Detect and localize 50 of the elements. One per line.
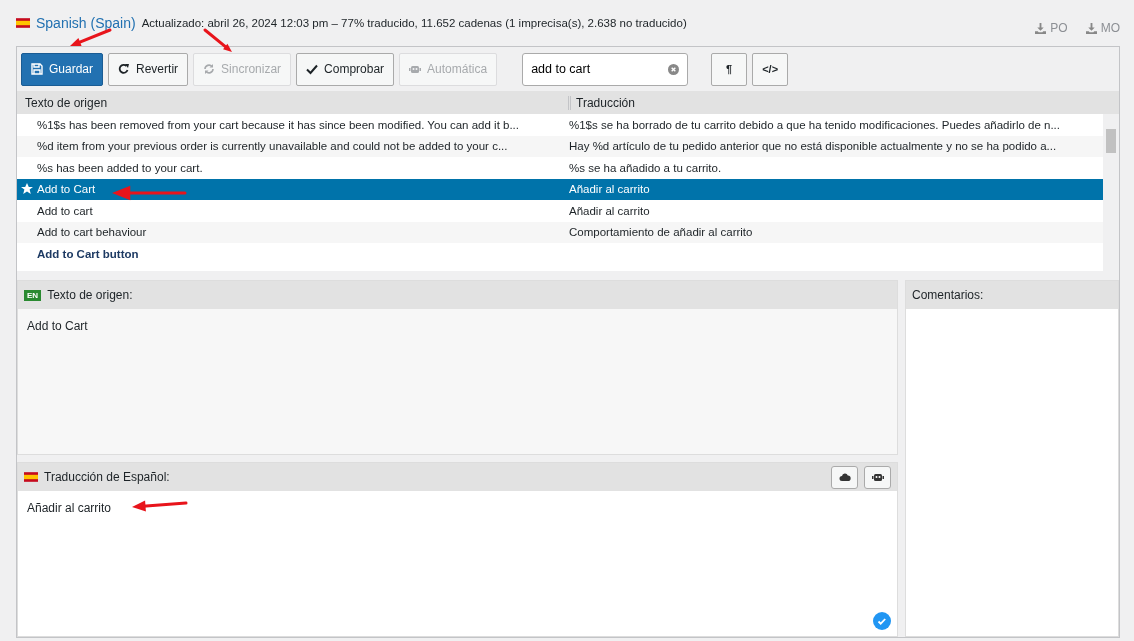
search-field[interactable]: add to cart (522, 52, 689, 86)
download-icon (1035, 22, 1047, 34)
cloud-button[interactable] (831, 465, 858, 489)
translation-cell: Hay %d artículo de tu pedido anterior que no está disponible actualmente y no se ha podido a... (569, 140, 1057, 153)
source-cell: Add to cart (37, 204, 93, 217)
source-cell: %d item from your previous order is currently unavailable and could not be added to your c... (37, 140, 508, 153)
robot-button[interactable] (864, 465, 891, 489)
panel-title: Traducción de Español: (44, 470, 170, 484)
toolbar-button[interactable]: ¶ (711, 52, 748, 86)
source-cell: %s has been added to your cart. (37, 161, 203, 174)
source-cell: %1$s has been removed from your cart because it has since been modified. You can add it b... (37, 118, 519, 131)
source-text: Add to Cart (27, 319, 88, 333)
language-badge: EN (24, 289, 42, 301)
spain-flag-icon (16, 18, 30, 28)
translation-cell: %1$s se ha borrado de tu carrito debido a que ha tenido modificaciones. Puedes añadirlo de n... (569, 118, 1060, 131)
source-cell: Add to Cart button (37, 247, 139, 260)
translation-text[interactable]: Añadir al carrito (27, 501, 112, 515)
sync-icon (203, 63, 216, 75)
download-icon (1085, 22, 1097, 34)
table-row[interactable]: Add to cart behaviour Comportamiento de añadir al carrito (17, 221, 1103, 243)
column-header[interactable]: Traducción (568, 95, 1119, 110)
robot-icon (871, 471, 884, 483)
translation-cell: Añadir al carrito (569, 204, 650, 217)
translation-cell: Comportamiento de añadir al carrito (569, 226, 753, 239)
source-cell: Add to cart behaviour (37, 226, 147, 239)
toolbar-button[interactable]: Guardar (21, 52, 104, 86)
spain-flag-icon (24, 472, 38, 482)
check-icon (306, 63, 319, 75)
annotation-arrow (132, 500, 188, 512)
toolbar-button[interactable]: Revertir (108, 52, 189, 86)
source-cell: Add to Cart (37, 183, 96, 196)
panel-title: Texto de origen: (47, 288, 133, 302)
save-icon (31, 63, 43, 75)
check-icon (873, 612, 891, 630)
cloud-icon (838, 471, 851, 483)
translation-cell: %s se ha añadido a tu carrito. (569, 161, 722, 174)
comments-field[interactable] (906, 309, 1118, 636)
column-header[interactable]: Texto de origen (17, 95, 568, 110)
clear-icon[interactable] (668, 63, 680, 75)
toolbar-button[interactable]: Comprobar (296, 52, 395, 86)
toolbar-button[interactable]: </> (752, 52, 789, 86)
status-text: Actualizado: abril 26, 2024 12:03 pm – 77% traducido, 11.652 cadenas (1 imprecisa(s), 2.638 no traducido) (141, 17, 687, 29)
language-link[interactable]: Spanish (Spain) (36, 15, 136, 31)
revert-icon (118, 63, 131, 75)
panel-title: Comentarios: (912, 288, 984, 302)
annotation-arrow (203, 28, 232, 52)
table-row[interactable]: %d item from your previous order is currently unavailable and could not be added to your c... Hay %d artículo de tu pedido anterior que no está disponible actualmente y no se ha podido a... (17, 135, 1103, 157)
scrollbar[interactable] (1103, 114, 1119, 271)
translation-cell: Añadir al carrito (569, 183, 650, 196)
robot-icon (409, 63, 422, 75)
